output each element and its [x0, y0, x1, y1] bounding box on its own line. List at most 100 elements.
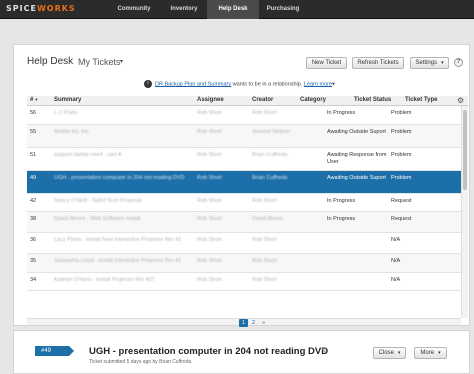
page-1[interactable]: 1 [239, 319, 248, 327]
column-ticket-status[interactable]: Ticket Status [354, 97, 391, 103]
scrollbar-thumb[interactable] [463, 110, 467, 190]
learn-more-link[interactable]: Learn more [304, 81, 332, 87]
column-assignee[interactable]: Assignee [197, 97, 224, 103]
new-ticket-button[interactable]: New Ticket [306, 57, 347, 69]
cell-summary: Samantha Lloyd - Install Interactive Pro… [54, 258, 182, 264]
table-row[interactable]: 49 UGH - presentation computer in 204 not… [27, 171, 461, 194]
table-row[interactable]: 56 L-2 iPads Rob Short Rob Short In Progress… [27, 106, 461, 125]
cell-assignee: Rob Short [197, 198, 222, 204]
top-nav-bar: SPICEWORKS Community Inventory Help Desk… [0, 0, 474, 19]
gear-icon[interactable]: ⚙ [457, 96, 464, 105]
sort-icon: ▼ [34, 97, 39, 102]
nav-purchasing[interactable]: Purchasing [260, 0, 306, 19]
cell-assignee: Rob Short [197, 152, 222, 158]
cell-creator: Rob Short [252, 110, 277, 116]
cell-creator: Rob Short [252, 237, 277, 243]
cell-status: In Progress [327, 110, 356, 116]
cell-creator: Jeannie Nelson [252, 129, 290, 135]
cell-creator: Brian Cuffreda [252, 175, 288, 181]
table-row[interactable]: 51 support laptop need - cart A Rob Short B… [27, 148, 461, 171]
chevron-down-icon: ▾ [397, 350, 401, 356]
cell-summary: L-2 iPads [54, 110, 78, 116]
next-page-icon[interactable]: » [259, 319, 268, 327]
notice-text: wants to be in a relationship. [232, 81, 303, 88]
cell-creator: Rob Short [252, 198, 277, 204]
logo-prefix: SPICE [6, 4, 37, 13]
cell-status: In Progress [327, 198, 356, 204]
more-label: More [420, 350, 435, 356]
nav-help-desk[interactable]: Help Desk [207, 0, 259, 19]
table-row[interactable]: 42 Nancy O'Neill - SpEd Tech Proposal Rob … [27, 194, 461, 212]
alert-icon: ! [144, 80, 152, 88]
view-selector[interactable]: My Tickets [78, 57, 121, 67]
cell-assignee: Rob Short [197, 277, 222, 283]
view-selector-caret-icon[interactable]: ▾ [120, 58, 123, 65]
cell-assignee: Rob Short [197, 237, 222, 243]
ticket-meta: Ticket submitted 5 days ago by Brian Cuf… [89, 359, 192, 365]
cell-type: N/A [391, 258, 401, 264]
tickets-table: #▼ Summary Assignee Creator Category Tic… [27, 96, 468, 330]
cell-summary: Nancy O'Neill - SpEd Tech Proposal [54, 198, 142, 204]
cell-status: Awaiting Outside Suport [327, 175, 386, 181]
chevron-down-icon: ▾ [438, 350, 441, 356]
column-number-label: # [30, 97, 34, 103]
page-2[interactable]: 2 [249, 319, 258, 327]
cell-creator: Rob Short [252, 277, 277, 283]
cell-type: N/A [391, 277, 401, 283]
cell-summary: David Moore - Web Software Install [54, 216, 141, 222]
ticket-title: UGH - presentation computer in 204 not r… [89, 346, 329, 357]
settings-button[interactable]: Settings ▾ [410, 57, 449, 69]
table-row[interactable]: 36 Lacy Pinda - Install New Interactive P… [27, 233, 461, 254]
column-ticket-type[interactable]: Ticket Type [405, 97, 437, 103]
cell-creator: David Moore [252, 216, 284, 222]
cell-summary: Lacy Pinda - Install New Interactive Pro… [54, 237, 182, 243]
column-number[interactable]: #▼ [30, 97, 38, 103]
cell-num: 34 [30, 277, 37, 283]
notice-link[interactable]: DR Backup Plan and Summary [155, 81, 231, 87]
help-icon[interactable]: ? [454, 58, 463, 67]
spiceworks-logo[interactable]: SPICEWORKS [6, 4, 76, 13]
learn-more-caret-icon[interactable]: ▾ [332, 81, 335, 87]
cell-summary: UGH - presentation computer in 204 not r… [54, 175, 185, 181]
cell-type: N/A [391, 237, 401, 243]
cell-num: 38 [30, 216, 37, 222]
more-actions-button[interactable]: More ▾ [414, 347, 447, 359]
cell-assignee: Rob Short [197, 258, 222, 264]
table-row[interactable]: 34 Katelyn O'Hara - Install Projector Rm … [27, 273, 461, 291]
refresh-tickets-button[interactable]: Refresh Tickets [352, 57, 404, 69]
nav-inventory[interactable]: Inventory [162, 0, 206, 19]
settings-label: Settings [415, 60, 438, 66]
table-row[interactable]: 35 Samantha Lloyd - Install Interactive P… [27, 254, 461, 273]
cell-type: Problem [391, 129, 412, 135]
column-summary[interactable]: Summary [54, 97, 81, 103]
table-row[interactable]: 55 Mobile Kit, Inc. Rob Short Jeannie Nelso… [27, 125, 461, 148]
close-label: Close [378, 350, 394, 356]
cell-summary: Mobile Kit, Inc. [54, 129, 91, 135]
cell-type: Problem [391, 110, 412, 116]
cell-num: 36 [30, 237, 37, 243]
ticket-number-badge: #49 [35, 346, 74, 356]
vertical-scrollbar[interactable] [461, 106, 468, 318]
cell-summary: support laptop need - cart A [54, 152, 122, 158]
cell-num: 42 [30, 198, 37, 204]
cell-num: 35 [30, 258, 37, 264]
column-creator[interactable]: Creator [252, 97, 273, 103]
nav-community[interactable]: Community [106, 0, 162, 19]
cell-creator: Rob Short [252, 258, 277, 264]
cell-num: 51 [30, 152, 37, 158]
logo-suffix: WORKS [36, 4, 76, 13]
cell-assignee: Rob Short [197, 110, 222, 116]
cell-assignee: Rob Short [197, 129, 222, 135]
close-ticket-button[interactable]: Close ▾ [373, 347, 406, 359]
cell-num: 49 [30, 175, 37, 181]
cell-status: Awaiting Outside Suport [327, 129, 386, 135]
table-row[interactable]: 38 David Moore - Web Software Install Rob … [27, 212, 461, 233]
table-header: #▼ Summary Assignee Creator Category Tic… [27, 96, 468, 106]
cell-type: Problem [391, 175, 412, 181]
cell-type: Request [391, 216, 412, 222]
cell-creator: Brian Cuffreda [252, 152, 288, 158]
relationship-notice: ! DR Backup Plan and Summary wants to be … [144, 80, 335, 88]
cell-assignee: Rob Short [197, 216, 222, 222]
edit-pencil-icon[interactable]: ✎ [321, 347, 327, 355]
column-category[interactable]: Category [300, 97, 326, 103]
